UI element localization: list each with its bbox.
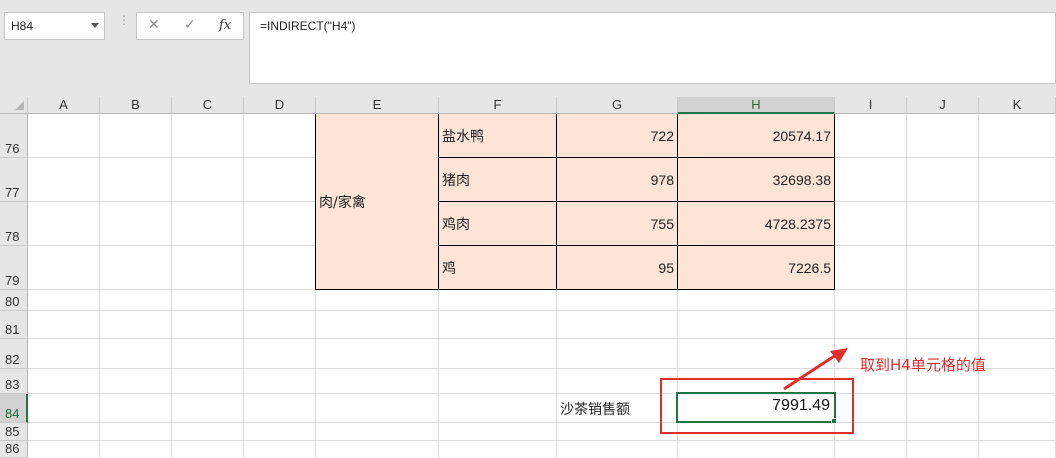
- row-header-80[interactable]: 80: [0, 290, 28, 311]
- category-label: 肉/家禽: [319, 194, 366, 211]
- gridline: [171, 114, 172, 458]
- item-name: 猪肉: [442, 172, 470, 189]
- select-all-button[interactable]: [0, 97, 28, 114]
- row-number: 76: [5, 141, 20, 156]
- qty-value: 755: [650, 215, 674, 232]
- gridline: [28, 440, 1056, 441]
- category-cell[interactable]: 肉/家禽: [315, 114, 439, 290]
- column-header-e[interactable]: E: [316, 97, 439, 114]
- gridline: [28, 422, 1056, 423]
- insert-function-icon[interactable]: fx: [219, 18, 231, 33]
- item-name: 盐水鸭: [442, 128, 484, 145]
- row-number: 84: [5, 406, 20, 421]
- row-number: 83: [5, 377, 20, 392]
- table-cell-amount[interactable]: 32698.38: [678, 158, 835, 202]
- column-header-j[interactable]: J: [907, 97, 979, 114]
- table-cell-item[interactable]: 猪肉: [439, 158, 557, 202]
- name-box[interactable]: H84: [4, 12, 105, 40]
- check-icon[interactable]: ✓: [184, 17, 196, 33]
- gridline: [906, 114, 907, 458]
- gridline: [99, 114, 100, 458]
- spreadsheet-grid[interactable]: A B C D E F G H I J K 76 77 78 79 80 81 …: [0, 97, 1056, 458]
- item-name: 鸡: [442, 260, 456, 277]
- row-header-77[interactable]: 77: [0, 158, 28, 202]
- qty-value: 95: [658, 259, 674, 276]
- formula-text: =INDIRECT("H4"): [260, 19, 356, 33]
- amount-value: 20574.17: [772, 127, 831, 144]
- row-number: 80: [5, 294, 20, 309]
- table-cell-amount[interactable]: 4728.2375: [678, 202, 835, 246]
- amount-value: 32698.38: [772, 171, 831, 188]
- column-header-k[interactable]: K: [979, 97, 1056, 114]
- table-cell-qty[interactable]: 978: [557, 158, 678, 202]
- column-header-i[interactable]: I: [835, 97, 907, 114]
- gridline: [28, 338, 1056, 339]
- row-number: 79: [5, 273, 20, 288]
- table-cell-item[interactable]: 盐水鸭: [439, 114, 557, 158]
- chevron-down-icon[interactable]: [91, 23, 99, 28]
- drag-handle-icon[interactable]: ⋮: [118, 14, 130, 26]
- gridline: [978, 114, 979, 458]
- row-number: 77: [5, 185, 20, 200]
- gridline: [28, 393, 1056, 394]
- row-header-84[interactable]: 84: [0, 394, 28, 423]
- table-cell-amount[interactable]: 7226.5: [678, 246, 835, 290]
- row-number: 82: [5, 352, 20, 367]
- column-header-g[interactable]: G: [557, 97, 678, 114]
- table-cell-item[interactable]: 鸡: [439, 246, 557, 290]
- cancel-icon[interactable]: ✕: [148, 17, 160, 33]
- formula-input[interactable]: =INDIRECT("H4"): [249, 12, 1056, 84]
- row-number: 86: [5, 441, 20, 456]
- sales-label-cell[interactable]: 沙茶销售额: [560, 399, 630, 419]
- row-header-78[interactable]: 78: [0, 202, 28, 246]
- row-header-86[interactable]: 86: [0, 441, 28, 458]
- row-number: 78: [5, 229, 20, 244]
- row-header-79[interactable]: 79: [0, 246, 28, 290]
- row-number: 85: [5, 424, 20, 439]
- column-header-h[interactable]: H: [678, 97, 835, 114]
- qty-value: 722: [650, 127, 674, 144]
- table-cell-qty[interactable]: 755: [557, 202, 678, 246]
- table-cell-amount[interactable]: 20574.17: [678, 114, 835, 158]
- item-name: 鸡肉: [442, 216, 470, 233]
- formula-buttons: ✕ ✓ fx: [136, 12, 244, 40]
- row-header-76[interactable]: 76: [0, 114, 28, 158]
- select-all-icon: [15, 101, 24, 110]
- column-header-a[interactable]: A: [28, 97, 100, 114]
- table-cell-qty[interactable]: 95: [557, 246, 678, 290]
- table-cell-qty[interactable]: 722: [557, 114, 678, 158]
- column-header-c[interactable]: C: [172, 97, 244, 114]
- name-box-value: H84: [11, 19, 34, 33]
- annotation-text: 取到H4单元格的值: [860, 356, 986, 374]
- row-header-85[interactable]: 85: [0, 423, 28, 441]
- column-header-d[interactable]: D: [244, 97, 316, 114]
- row-header-82[interactable]: 82: [0, 339, 28, 369]
- row-header-83[interactable]: 83: [0, 369, 28, 394]
- qty-value: 978: [650, 171, 674, 188]
- row-number: 81: [5, 322, 20, 337]
- amount-value: 7226.5: [788, 259, 831, 276]
- row-header-81[interactable]: 81: [0, 311, 28, 339]
- amount-value: 4728.2375: [764, 215, 831, 232]
- column-header-f[interactable]: F: [439, 97, 557, 114]
- table-cell-item[interactable]: 鸡肉: [439, 202, 557, 246]
- column-header-b[interactable]: B: [100, 97, 172, 114]
- formula-area: H84 ⋮ ✕ ✓ fx =INDIRECT("H4"): [0, 0, 1056, 97]
- arrow-icon: [783, 348, 848, 391]
- gridline: [28, 310, 1056, 311]
- gridline: [243, 114, 244, 458]
